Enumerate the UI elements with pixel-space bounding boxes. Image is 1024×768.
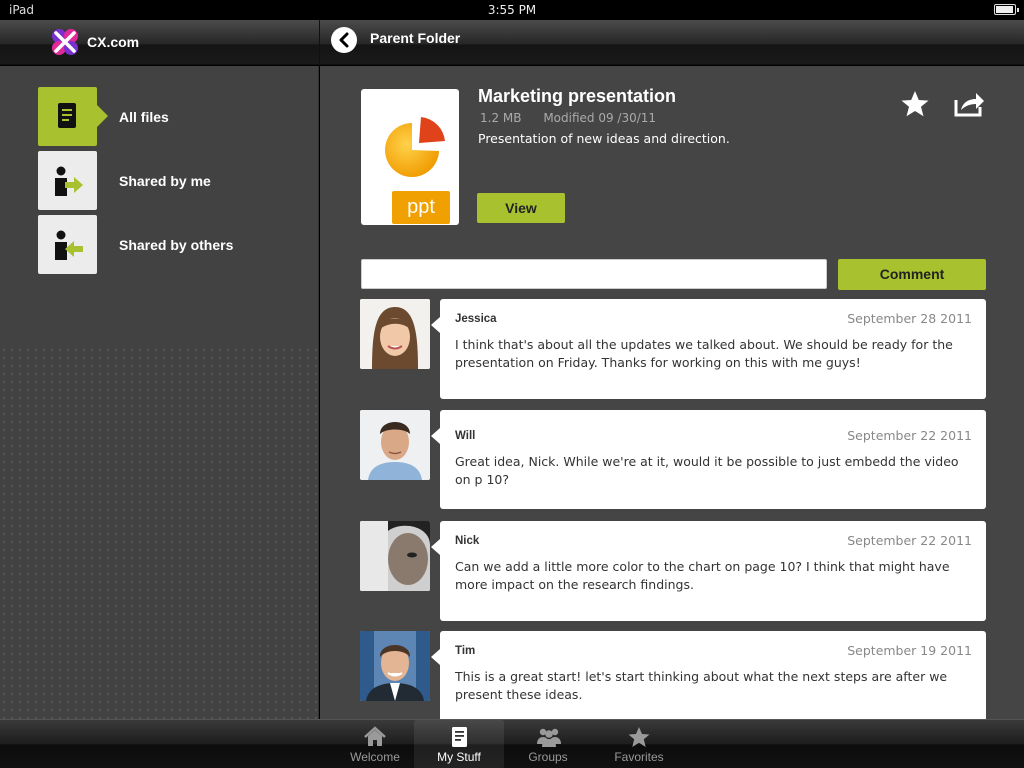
- file-modified: Modified 09 /30/11: [543, 111, 657, 125]
- view-button[interactable]: View: [477, 193, 565, 223]
- comment-author: Will: [455, 430, 476, 442]
- pie-chart-icon: [385, 117, 445, 177]
- avatar-jessica: [360, 299, 430, 369]
- file-size: 1.2 MB: [480, 111, 522, 125]
- page-title: Parent Folder: [370, 30, 461, 46]
- sidebar-tile: [38, 151, 97, 210]
- tab-label: Groups: [528, 750, 568, 764]
- avatar-will: [360, 410, 430, 480]
- comment-text: Great idea, Nick. While we're at it, wou…: [455, 454, 959, 487]
- chevron-left-icon: [339, 32, 349, 48]
- comment-card: Tim September 19 2011 This is a great st…: [431, 631, 986, 719]
- comment-card: Jessica September 28 2011 I think that's…: [431, 299, 986, 399]
- tab-groups[interactable]: Groups: [503, 720, 593, 768]
- sidebar-item-all-files[interactable]: All files: [38, 87, 318, 147]
- share-icon[interactable]: [953, 90, 985, 118]
- file-description: Presentation of new ideas and direction.: [478, 131, 730, 146]
- file-type-badge: ppt: [392, 191, 450, 224]
- sidebar-item-label: Shared by me: [119, 173, 211, 189]
- avatar: [360, 521, 430, 591]
- comment-date: September 19 2011: [847, 643, 972, 658]
- document-icon: [58, 103, 76, 128]
- comment-card: Will September 22 2011 Great idea, Nick.…: [431, 410, 986, 509]
- comment-text: I think that's about all the updates we …: [455, 337, 953, 370]
- comment-author: Jessica: [455, 313, 497, 325]
- tab-favorites[interactable]: Favorites: [594, 720, 684, 768]
- avatar-tim: [360, 631, 430, 701]
- sidebar-item-label: Shared by others: [119, 237, 234, 253]
- comment-text: This is a great start! let's start think…: [455, 669, 948, 702]
- comment-author: Nick: [455, 535, 480, 547]
- comment-card: Nick September 22 2011 Can we add a litt…: [431, 521, 986, 621]
- status-bar: iPad 3:55 PM: [0, 0, 1024, 20]
- header-divider: [319, 20, 320, 65]
- main-content: ppt Marketing presentation 1.2 MB Modifi…: [320, 66, 1024, 719]
- sidebar-tile: [38, 215, 97, 274]
- person-arrow-in-icon: [55, 230, 83, 260]
- sidebar-tile: [38, 87, 108, 146]
- sidebar-item-label: All files: [119, 109, 169, 125]
- avatar-nick: [360, 521, 430, 591]
- star-icon: [628, 727, 650, 747]
- dot-pattern: [0, 346, 318, 719]
- comment-date: September 22 2011: [847, 533, 972, 548]
- document-icon: [452, 727, 467, 747]
- sidebar: All files Shared by me Shared by others: [0, 66, 319, 719]
- comment-input[interactable]: [361, 259, 827, 289]
- back-button[interactable]: [331, 27, 357, 53]
- comment-button[interactable]: Comment: [838, 259, 986, 290]
- tab-label: Welcome: [350, 750, 400, 764]
- star-icon[interactable]: [900, 90, 930, 118]
- sidebar-item-shared-by-others[interactable]: Shared by others: [38, 215, 318, 275]
- comment-text: Can we add a little more color to the ch…: [455, 559, 950, 592]
- tab-welcome[interactable]: Welcome: [330, 720, 420, 768]
- comment-date: September 22 2011: [847, 428, 972, 443]
- battery-icon: [994, 4, 1019, 15]
- avatar: [360, 299, 430, 369]
- cx-logo-icon: [52, 29, 78, 55]
- tab-my-stuff[interactable]: My Stuff: [414, 720, 504, 768]
- home-icon: [364, 726, 386, 746]
- person-arrow-out-icon: [55, 166, 83, 196]
- comment-date: September 28 2011: [847, 311, 972, 326]
- avatar: [360, 631, 430, 701]
- top-nav-bar: CX.com Parent Folder: [0, 20, 1024, 65]
- tab-bar: Welcome My Stuff Groups Favorites: [0, 719, 1024, 768]
- comment-author: Tim: [455, 645, 476, 657]
- file-title: Marketing presentation: [478, 86, 677, 106]
- file-meta: 1.2 MB Modified 09 /30/11: [480, 111, 656, 125]
- status-time: 3:55 PM: [487, 3, 537, 17]
- people-icon: [537, 728, 561, 747]
- file-thumbnail[interactable]: ppt: [361, 89, 459, 225]
- tab-label: My Stuff: [437, 750, 481, 764]
- sidebar-item-shared-by-me[interactable]: Shared by me: [38, 151, 318, 211]
- tab-label: Favorites: [614, 750, 664, 764]
- avatar: [360, 410, 430, 480]
- brand-name: CX.com: [87, 34, 140, 50]
